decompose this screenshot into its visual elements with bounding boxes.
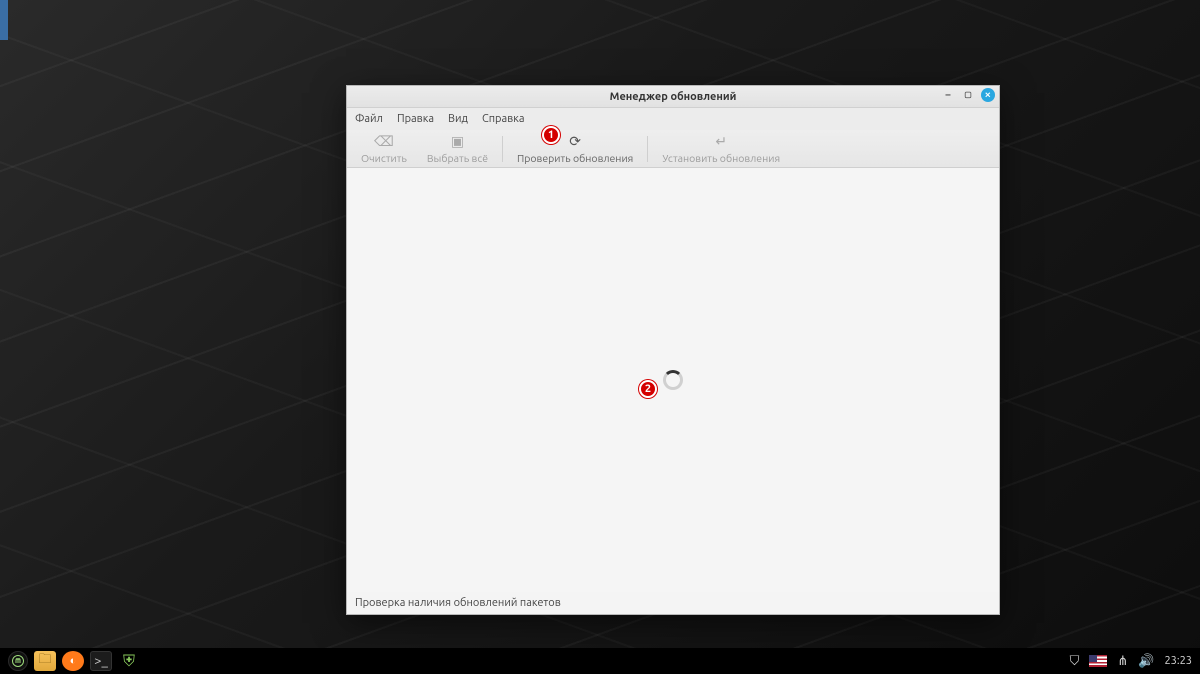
window-minimize-button[interactable]	[941, 88, 955, 102]
tray-network-icon[interactable]: ⋔	[1117, 654, 1128, 669]
toolbar-separator	[502, 136, 503, 162]
menu-file[interactable]: Файл	[355, 113, 383, 125]
toolbar-clear-button[interactable]: ⌫ Очистить	[351, 130, 417, 167]
terminal-icon: >_	[94, 654, 108, 668]
window-title: Менеджер обновлений	[610, 91, 737, 103]
status-text: Проверка наличия обновлений пакетов	[355, 597, 561, 609]
shield-icon: ⛨	[123, 652, 135, 671]
select-all-icon: ▣	[451, 133, 464, 150]
status-bar: Проверка наличия обновлений пакетов	[347, 592, 999, 614]
toolbar-install-updates-button[interactable]: ↵ Установить обновления	[652, 130, 790, 167]
tray-security-icon[interactable]: ⛉	[1070, 654, 1080, 669]
desktop-background: Менеджер обновлений Файл Правка Вид Спра…	[0, 0, 1200, 674]
toolbar-install-label: Установить обновления	[662, 152, 780, 164]
window-close-button[interactable]	[981, 88, 995, 102]
menu-edit[interactable]: Правка	[397, 113, 434, 125]
refresh-icon: ⟳	[569, 133, 581, 150]
menu-bar: Файл Правка Вид Справка	[347, 108, 999, 130]
window-titlebar[interactable]: Менеджер обновлений	[347, 86, 999, 108]
firefox-icon: ◐	[70, 655, 77, 667]
update-list-area	[347, 168, 999, 592]
mint-logo-icon	[12, 655, 24, 667]
install-icon: ↵	[715, 133, 727, 150]
taskbar: 🗀 ◐ >_ ⛨ ⛉ ⋔ 🔊 23:23	[0, 648, 1200, 674]
taskbar-files-button[interactable]: 🗀	[34, 651, 56, 671]
taskbar-terminal-button[interactable]: >_	[90, 651, 112, 671]
taskbar-tray: ⛉ ⋔ 🔊 23:23	[1070, 654, 1192, 669]
menu-view[interactable]: Вид	[448, 113, 468, 125]
window-maximize-button[interactable]	[961, 88, 975, 102]
menu-help[interactable]: Справка	[482, 113, 525, 125]
loading-spinner-icon	[663, 370, 683, 390]
toolbar: ⌫ Очистить ▣ Выбрать всё ⟳ Проверить обн…	[347, 130, 999, 168]
window-controls	[941, 88, 995, 102]
taskbar-update-manager-button[interactable]: ⛨	[118, 651, 140, 671]
toolbar-select-all-label: Выбрать всё	[427, 152, 488, 164]
clear-icon: ⌫	[374, 133, 394, 150]
taskbar-left: 🗀 ◐ >_ ⛨	[8, 651, 140, 671]
start-menu-button[interactable]	[8, 651, 28, 671]
toolbar-check-updates-button[interactable]: ⟳ Проверить обновления	[507, 130, 643, 167]
toolbar-separator	[647, 136, 648, 162]
toolbar-select-all-button[interactable]: ▣ Выбрать всё	[417, 130, 498, 167]
tray-volume-icon[interactable]: 🔊	[1138, 654, 1154, 669]
folder-icon: 🗀	[38, 650, 51, 672]
tray-keyboard-layout-icon[interactable]	[1089, 655, 1107, 667]
update-manager-window: Менеджер обновлений Файл Правка Вид Спра…	[346, 85, 1000, 615]
toolbar-check-label: Проверить обновления	[517, 152, 633, 164]
toolbar-clear-label: Очистить	[361, 152, 407, 164]
tray-clock[interactable]: 23:23	[1164, 655, 1192, 667]
taskbar-firefox-button[interactable]: ◐	[62, 651, 84, 671]
